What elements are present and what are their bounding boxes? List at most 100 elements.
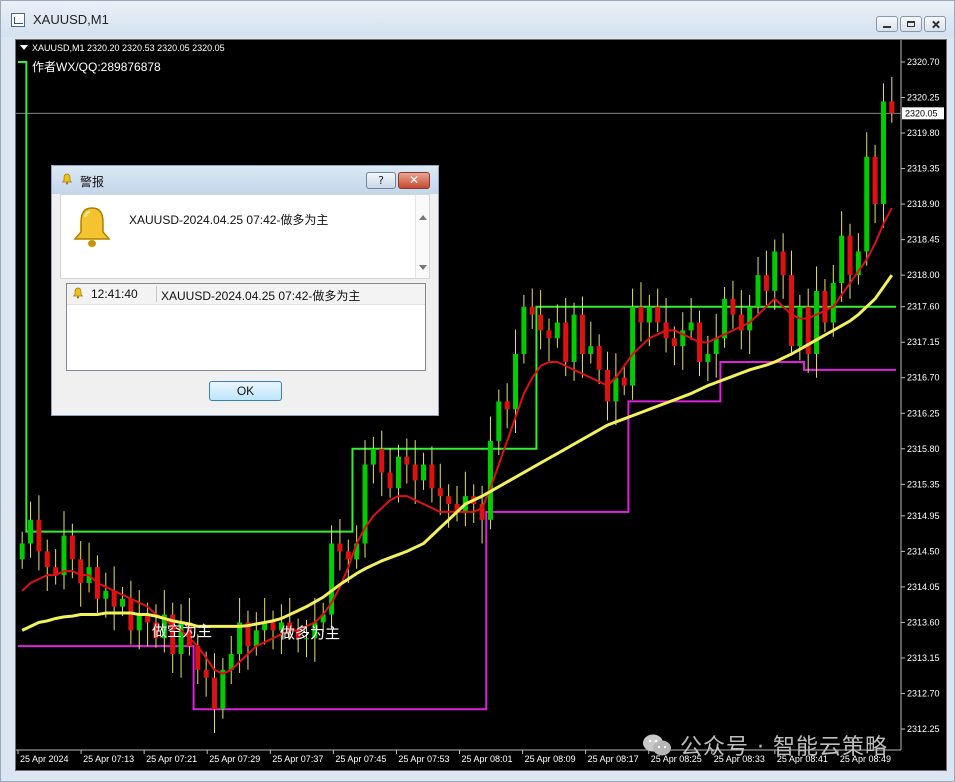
alert-list-message: XAUUSD-2024.04.25 07:42-做多为主 [161,289,361,303]
candle-body [671,338,677,347]
x-tick-label: 25 Apr 08:17 [588,754,639,764]
candle-body [630,306,636,386]
candle-body [788,275,794,347]
candle-body [772,251,778,291]
alert-title: 警报 [80,175,105,189]
candle-body [395,456,401,489]
candle-body [713,338,719,355]
ok-button[interactable]: OK [209,381,282,401]
label-short-bias: 做空为主 [152,623,213,640]
candle-body [847,235,853,276]
message-scrollbar[interactable] [415,195,429,278]
candle-body [421,464,427,481]
candle-body [705,354,711,362]
y-tick-label: 2315.35 [907,479,940,489]
candle-body [370,448,376,465]
candle-body [120,598,126,607]
y-tick-label: 2314.95 [907,511,940,521]
candle-body [814,290,820,355]
terminal-window: XAUUSD,M1 2320.70 2320.25 2319.80 2319.35 23… [0,0,955,782]
candle-body [513,354,519,410]
maximize-button[interactable] [900,16,922,32]
y-tick-label: 2318.00 [907,270,940,280]
y-tick-label: 2313.15 [907,653,940,663]
bell-icon [72,287,84,299]
current-price-label: 2320.05 [905,108,938,118]
candle-body [638,306,644,323]
y-tick-label: 2316.25 [907,408,940,418]
dropdown-triangle-icon[interactable] [20,45,28,50]
candle-body [412,464,418,481]
list-item[interactable]: 12:41:40 XAUUSD-2024.04.25 07:42-做多为主 [67,284,425,305]
close-button[interactable] [924,16,946,32]
y-tick-label: 2319.35 [907,164,940,174]
scroll-up-icon[interactable] [419,215,427,220]
minimize-button[interactable] [876,16,898,32]
candle-body [780,251,786,276]
alert-message: XAUUSD-2024.04.25 07:42-做多为主 [129,213,329,227]
candle-body [379,448,385,473]
x-tick-label: 25 Apr 07:13 [83,754,134,764]
y-tick-label: 2314.50 [907,546,940,556]
candle-body [429,464,435,489]
x-tick-label: 25 Apr 07:53 [398,754,449,764]
y-tick-label: 2313.60 [907,617,940,627]
candle-body [646,306,652,323]
candle-body [44,551,50,568]
x-tick-label: 25 Apr 07:29 [209,754,260,764]
y-tick-label: 2319.80 [907,128,940,138]
watermark-text: 公众号 · 智能云策略 [680,735,888,760]
candle-body [755,275,761,307]
candle-body [571,314,577,362]
help-button[interactable]: ? [366,172,396,189]
candle-body [880,101,886,205]
candle-body [345,551,351,560]
dialog-close-button[interactable]: ✕ [398,172,430,189]
y-tick-label: 2314.05 [907,582,940,592]
alert-title-bar[interactable]: 警报 ? ✕ [52,166,438,194]
scroll-down-icon[interactable] [419,265,427,270]
large-bell-icon [73,207,111,247]
candle-body [621,377,627,386]
candle-body [136,614,142,631]
author-contact: 作者WX/QQ:289876878 [32,60,161,74]
y-tick-label: 2320.25 [907,93,940,103]
candle-body [521,306,527,355]
candle-body [387,472,393,489]
watermark: 公众号 · 智能云策略 [642,730,888,760]
alert-message-panel: XAUUSD-2024.04.25 07:42-做多为主 [60,194,430,279]
candle-body [763,275,769,291]
candle-body [538,314,544,331]
chart-window-icon [11,13,25,27]
candle-body [270,622,276,631]
title-bar[interactable]: XAUUSD,M1 [1,1,954,37]
column-divider [156,286,157,302]
candle-body [864,156,870,252]
candle-body [688,322,694,331]
candle-body [563,322,569,362]
candle-body [111,590,117,607]
y-tick-label: 2320.70 [907,57,940,67]
candle-body [212,677,218,710]
candle-body [546,330,552,339]
candle-body [596,346,602,370]
candle-body [747,306,753,331]
y-tick-label: 2312.25 [907,724,940,734]
x-tick-label: 25 Apr 08:01 [462,754,513,764]
y-tick-label: 2318.45 [907,235,940,245]
candle-body [61,535,67,576]
candle-body [496,401,502,441]
x-tick-label: 25 Apr 07:21 [146,754,197,764]
x-tick-label: 25 Apr 08:09 [525,754,576,764]
candle-body [722,298,728,339]
window-title: XAUUSD,M1 [33,12,109,27]
y-tick-label: 2317.15 [907,337,940,347]
candle-body [69,535,75,560]
candle-body [730,298,736,315]
candle-body [437,488,443,497]
candle-body [103,590,109,599]
candle-body [579,314,585,355]
alert-history-list[interactable]: 12:41:40 XAUUSD-2024.04.25 07:42-做多为主 [66,283,426,371]
chart-ohlc: XAUUSD,M1 2320.20 2320.53 2320.05 2320.0… [32,43,225,53]
candle-body [78,559,84,583]
